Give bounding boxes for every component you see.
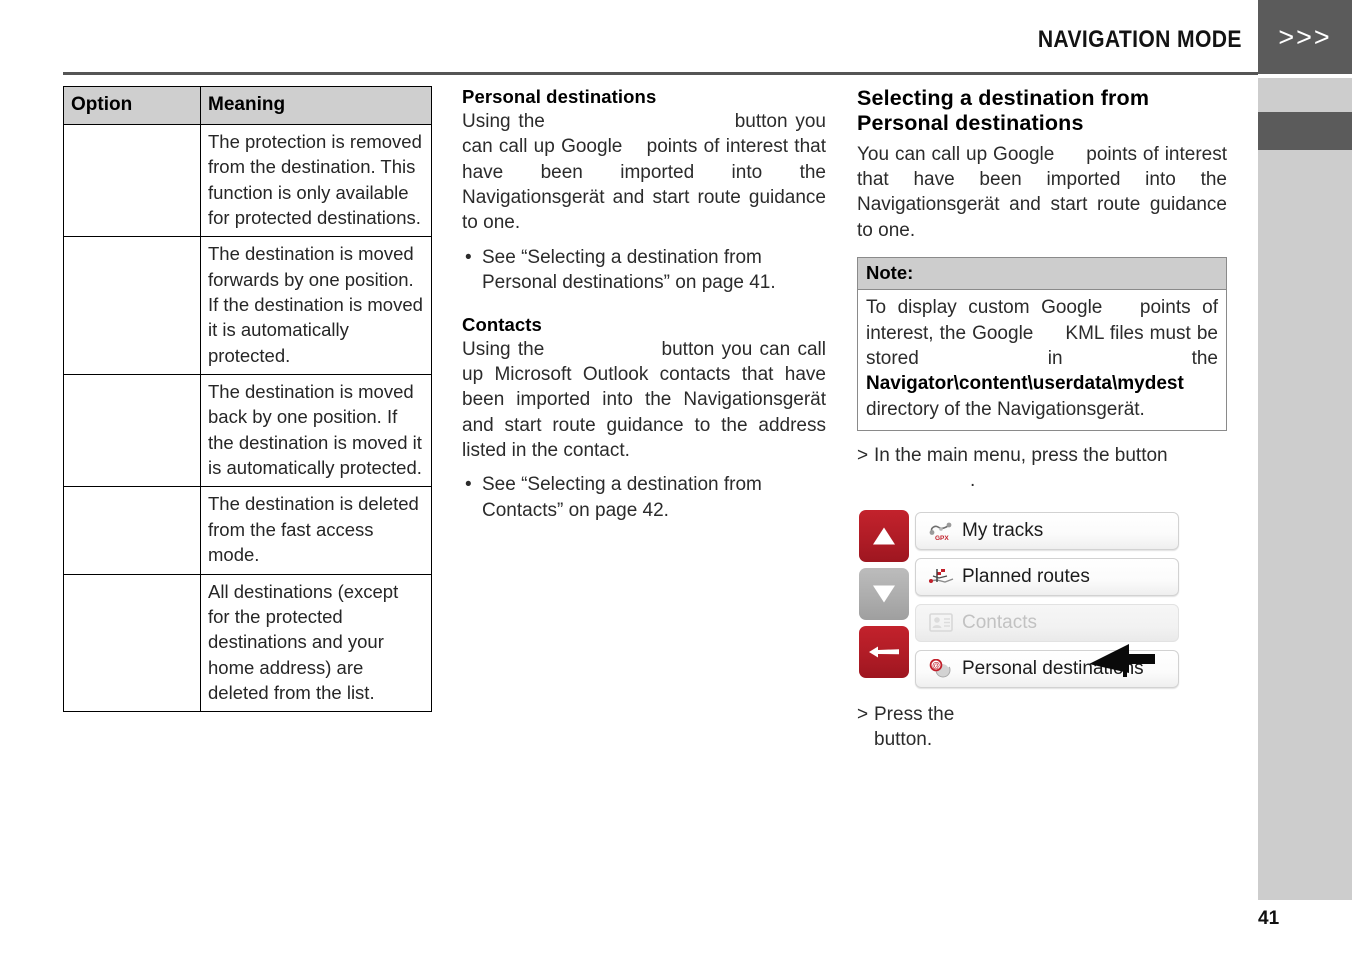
device-screenshot: GPX My tracks Planned routes Contacts @ … bbox=[857, 507, 1181, 690]
bullet-item: See “Selecting a destination from Person… bbox=[462, 245, 826, 296]
table-row: All destinations (except for the protect… bbox=[63, 573, 432, 713]
menu-item-label: Personal destinations bbox=[962, 657, 1144, 679]
document-page: NAVIGATION MODE >>> 41 Option Meaning Th… bbox=[0, 0, 1352, 954]
note-part-d: directory of the Navigationsgerät. bbox=[866, 398, 1145, 420]
column-right: Selecting a destination from Personal de… bbox=[857, 86, 1227, 752]
sidebar-band-light-main bbox=[1258, 150, 1352, 900]
contacts-heading: Contacts bbox=[462, 313, 542, 335]
table-cell-meaning: The destination is moved forwards by one… bbox=[200, 236, 432, 376]
section-intro-paragraph: You can call up Google points of interes… bbox=[857, 142, 1227, 243]
column-middle: Personal destinations Using the button y… bbox=[462, 86, 826, 523]
personal-destinations-paragraph: Using the button you can call up Google … bbox=[462, 109, 826, 236]
paragraph-part-a: Using the bbox=[462, 111, 545, 132]
step-1-text: In the main menu, press the button bbox=[874, 444, 1168, 466]
menu-item-label: Contacts bbox=[962, 611, 1037, 633]
note-body: To display custom Google points of inter… bbox=[857, 289, 1227, 431]
sidebar-band-dark bbox=[1258, 112, 1352, 150]
table-header-option: Option bbox=[63, 85, 201, 126]
arrow-left-icon bbox=[869, 646, 899, 658]
svg-text:GPX: GPX bbox=[935, 535, 949, 541]
menu-item-personal-destinations[interactable]: @ Personal destinations bbox=[915, 649, 1179, 688]
table-header-row: Option Meaning bbox=[63, 85, 432, 126]
sidebar-band-light-top bbox=[1258, 78, 1352, 112]
note-box: Note: To display custom Google points of… bbox=[857, 257, 1227, 431]
page-number: 41 bbox=[1258, 908, 1280, 929]
bullet-item: See “Selecting a destination from Contac… bbox=[462, 472, 826, 523]
table-cell-option bbox=[63, 573, 201, 713]
table-cell-meaning: The destination is deleted from the fast… bbox=[200, 486, 432, 575]
personal-destinations-icon: @ bbox=[924, 658, 958, 679]
table-cell-meaning: The protection is removed from the desti… bbox=[200, 124, 432, 238]
triangle-down-icon bbox=[873, 585, 895, 603]
header-divider bbox=[63, 72, 1258, 75]
step-2-continuation: button. bbox=[874, 729, 933, 751]
triangle-up-icon bbox=[873, 527, 895, 545]
step-1: In the main menu, press the button . bbox=[857, 443, 1227, 494]
contacts-bullets: See “Selecting a destination from Contac… bbox=[462, 472, 826, 523]
paragraph-part-a: You can call up Google bbox=[857, 143, 1055, 165]
menu-item-label: Planned routes bbox=[962, 565, 1090, 587]
note-part-a: To display custom Google bbox=[866, 297, 1103, 319]
menu-item-my-tracks[interactable]: GPX My tracks bbox=[915, 511, 1179, 550]
options-table: Option Meaning The protection is removed… bbox=[63, 85, 432, 713]
note-label: Note: bbox=[857, 257, 1227, 290]
section-heading: Selecting a destination from Personal de… bbox=[857, 86, 1150, 136]
page-header-title: NAVIGATION MODE bbox=[1038, 26, 1242, 53]
step-2-text: Press the bbox=[874, 703, 955, 725]
menu-item-label: My tracks bbox=[962, 519, 1044, 541]
table-cell-option bbox=[63, 236, 201, 376]
table-row: The destination is deleted from the fast… bbox=[63, 486, 432, 575]
personal-destinations-heading: Personal destinations bbox=[462, 86, 657, 107]
table-cell-option bbox=[63, 124, 201, 238]
table-cell-option bbox=[63, 486, 201, 575]
personal-destinations-bullets: See “Selecting a destination from Person… bbox=[462, 245, 826, 296]
gpx-tracks-icon: GPX bbox=[924, 521, 958, 541]
table-row: The destination is moved forwards by one… bbox=[63, 236, 432, 376]
table-cell-meaning: All destinations (except for the protect… bbox=[200, 573, 432, 713]
contacts-icon bbox=[924, 613, 958, 632]
note-path: Navigator\content\userdata\mydest bbox=[866, 373, 1184, 395]
table-row: The protection is removed from the desti… bbox=[63, 124, 432, 238]
step-1-continuation: . bbox=[970, 470, 976, 492]
contacts-paragraph: Using the button you can call up Microso… bbox=[462, 337, 826, 464]
chevron-right-icon: >>> bbox=[1278, 21, 1332, 52]
column-left: Option Meaning The protection is removed… bbox=[63, 85, 432, 713]
menu-item-contacts[interactable]: Contacts bbox=[915, 603, 1179, 642]
planned-routes-icon bbox=[924, 567, 958, 587]
svg-text:@: @ bbox=[932, 661, 940, 670]
table-cell-meaning: The destination is moved back by one pos… bbox=[200, 374, 432, 488]
scroll-down-button[interactable] bbox=[859, 567, 909, 620]
paragraph-part-a: Using the bbox=[462, 338, 545, 360]
step-2: Press the button. bbox=[857, 702, 1227, 753]
menu-item-planned-routes[interactable]: Planned routes bbox=[915, 557, 1179, 596]
table-row: The destination is moved back by one pos… bbox=[63, 374, 432, 488]
back-button[interactable] bbox=[859, 625, 909, 678]
table-cell-option bbox=[63, 374, 201, 488]
scroll-up-button[interactable] bbox=[859, 509, 909, 562]
table-header-meaning: Meaning bbox=[200, 85, 432, 126]
